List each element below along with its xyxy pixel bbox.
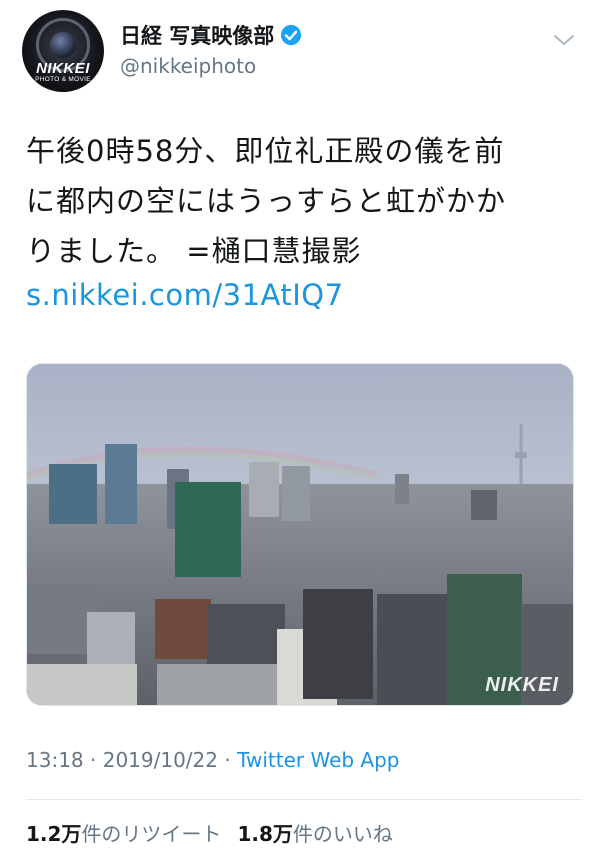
photo-watermark: NIKKEI xyxy=(485,674,559,696)
retweets-count: 1.2万 xyxy=(26,822,82,846)
tweet-time[interactable]: 13:18 xyxy=(26,748,84,772)
verified-badge-icon xyxy=(281,24,302,46)
tweet-header: NIKKEI PHOTO & MOVIE 日経 写真映像部 @nikkeipho… xyxy=(0,0,600,110)
likes-stat[interactable]: 1.8万件のいいね xyxy=(237,822,392,846)
avatar-logo-text: NIKKEI xyxy=(36,60,90,77)
tweet-text-line: 午後0時58分、即位礼正殿の儀を前 xyxy=(26,134,505,168)
retweets-stat[interactable]: 1.2万件のリツイート xyxy=(26,822,221,846)
tweet-stats: 1.2万件のリツイート 1.8万件のいいね xyxy=(26,818,393,847)
city-skyline-photo xyxy=(27,364,573,705)
tweet-text-line: に都内の空にはうっすらと虹がかか xyxy=(26,184,507,218)
tweet-date[interactable]: 2019/10/22 xyxy=(103,748,218,772)
display-name[interactable]: 日経 写真映像部 xyxy=(120,20,274,50)
tweet-link[interactable]: s.nikkei.com/31AtIQ7 xyxy=(26,278,344,312)
likes-label: 件のいいね xyxy=(292,822,393,846)
divider xyxy=(26,799,582,800)
user-handle[interactable]: @nikkeiphoto xyxy=(120,54,256,78)
tweet-text-line: りました。 =樋口慧撮影 xyxy=(26,234,362,268)
source-app-link[interactable]: Twitter Web App xyxy=(237,748,399,772)
tweet-meta: 13:18 · 2019/10/22 · Twitter Web App xyxy=(26,748,400,772)
retweets-label: 件のリツイート xyxy=(81,822,222,846)
name-row: 日経 写真映像部 xyxy=(120,20,302,50)
tweet-text: 午後0時58分、即位礼正殿の儀を前 に都内の空にはうっすらと虹がかか りました。… xyxy=(26,126,582,276)
likes-count: 1.8万 xyxy=(237,822,293,846)
avatar-logo-subtext: PHOTO & MOVIE xyxy=(35,76,91,83)
avatar[interactable]: NIKKEI PHOTO & MOVIE xyxy=(22,10,104,92)
chevron-down-icon[interactable] xyxy=(552,30,576,50)
tweet-photo[interactable]: NIKKEI xyxy=(26,363,574,706)
